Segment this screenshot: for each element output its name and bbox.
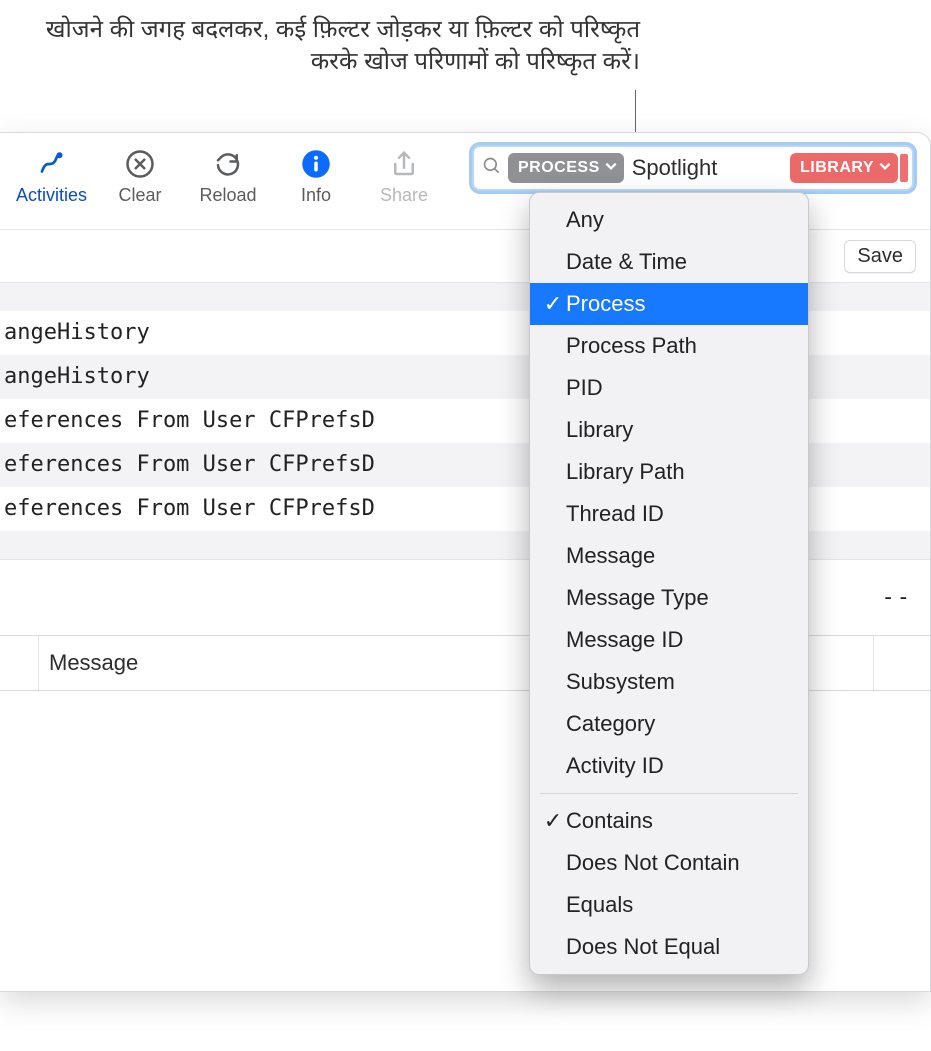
dash-cell: -- [882, 560, 913, 635]
info-icon [299, 147, 333, 181]
row-text: angeHistory [4, 364, 150, 389]
row-text: angeHistory [4, 320, 150, 345]
save-button[interactable]: Save [844, 240, 916, 273]
info-label: Info [301, 185, 331, 206]
menu-item[interactable]: Message ID [530, 619, 808, 661]
menu-item-label: PID [566, 375, 603, 401]
reload-button[interactable]: Reload [187, 143, 269, 210]
share-icon [387, 147, 421, 181]
menu-item[interactable]: Message [530, 535, 808, 577]
menu-item[interactable]: Equals [530, 884, 808, 926]
menu-item-label: Message Type [566, 585, 709, 611]
menu-item[interactable]: Activity ID [530, 745, 808, 787]
menu-item[interactable]: Date & Time [530, 241, 808, 283]
share-label: Share [380, 185, 428, 206]
filter-dropdown-menu[interactable]: AnyDate & Time✓ProcessProcess PathPIDLib… [529, 192, 809, 975]
menu-item-label: Activity ID [566, 753, 664, 779]
search-field[interactable]: PROCESS Spotlight LIBRARY [472, 145, 914, 191]
search-text[interactable]: Spotlight [624, 155, 786, 181]
menu-item[interactable]: Library Path [530, 451, 808, 493]
menu-separator [540, 793, 798, 794]
menu-item[interactable]: Does Not Contain [530, 842, 808, 884]
menu-item-label: Any [566, 207, 604, 233]
filter-token-fragment[interactable] [900, 154, 908, 182]
menu-item[interactable]: Does Not Equal [530, 926, 808, 968]
annotation-text: खोजने की जगह बदलकर, कई फ़िल्टर जोड़कर या… [46, 16, 640, 75]
menu-item-label: Message ID [566, 627, 683, 653]
menu-item[interactable]: Library [530, 409, 808, 451]
menu-item[interactable]: Subsystem [530, 661, 808, 703]
gutter-column [0, 636, 39, 690]
filter-token-library[interactable]: LIBRARY [790, 153, 898, 183]
menu-item-label: Equals [566, 892, 633, 918]
menu-item[interactable]: Category [530, 703, 808, 745]
row-text: eferences From User CFPrefsD [4, 496, 375, 521]
menu-item-label: Does Not Equal [566, 934, 720, 960]
row-text: eferences From User CFPrefsD [4, 408, 375, 433]
reload-label: Reload [199, 185, 256, 206]
annotation-caption: खोजने की जगह बदलकर, कई फ़िल्टर जोड़कर या… [0, 14, 640, 79]
menu-item[interactable]: Thread ID [530, 493, 808, 535]
reload-icon [211, 147, 245, 181]
activities-icon [35, 147, 69, 181]
activities-label: Activities [16, 185, 87, 206]
menu-item[interactable]: ✓Contains [530, 800, 808, 842]
filter-token-process-label: PROCESS [518, 159, 600, 177]
filter-token-process[interactable]: PROCESS [508, 153, 624, 183]
menu-item[interactable]: Process Path [530, 325, 808, 367]
message-column-label: Message [49, 650, 138, 675]
clear-button[interactable]: Clear [99, 143, 181, 210]
filter-token-library-label: LIBRARY [800, 159, 874, 177]
checkmark-icon: ✓ [540, 291, 566, 317]
chevron-down-icon [878, 159, 892, 178]
menu-item[interactable]: PID [530, 367, 808, 409]
menu-item-label: Message [566, 543, 655, 569]
save-label: Save [857, 245, 903, 267]
clear-label: Clear [119, 185, 162, 206]
search-icon [480, 156, 504, 181]
menu-item-label: Process Path [566, 333, 697, 359]
info-button[interactable]: Info [275, 143, 357, 210]
menu-item[interactable]: ✓Process [530, 283, 808, 325]
menu-item[interactable]: Message Type [530, 577, 808, 619]
menu-item-label: Date & Time [566, 249, 687, 275]
menu-item-label: Contains [566, 808, 653, 834]
checkmark-icon: ✓ [540, 808, 566, 834]
menu-item-label: Category [566, 711, 655, 737]
row-text: eferences From User CFPrefsD [4, 452, 375, 477]
menu-item-label: Thread ID [566, 501, 664, 527]
menu-item[interactable]: Any [530, 199, 808, 241]
menu-item-label: Process [566, 291, 645, 317]
chevron-down-icon [604, 159, 618, 178]
menu-item-label: Library [566, 417, 633, 443]
menu-item-label: Subsystem [566, 669, 675, 695]
activities-button[interactable]: Activities [10, 143, 93, 210]
clear-icon [123, 147, 157, 181]
share-button[interactable]: Share [363, 143, 445, 210]
menu-item-label: Library Path [566, 459, 685, 485]
trailing-column [873, 636, 930, 690]
menu-item-label: Does Not Contain [566, 850, 740, 876]
